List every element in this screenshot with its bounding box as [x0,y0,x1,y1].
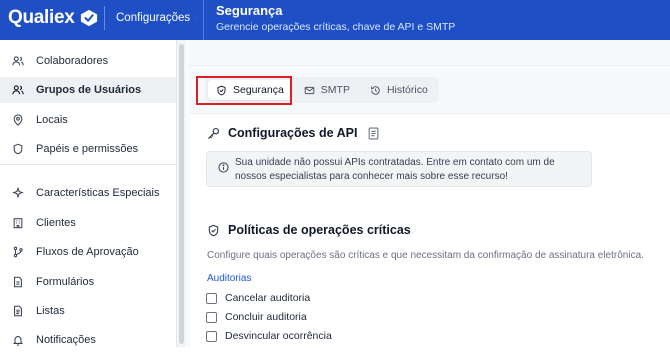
sidebar-item-label: Papéis e permissões [36,143,139,155]
sidebar-item-notificacoes[interactable]: Notificações [0,327,176,353]
checkbox[interactable] [206,311,217,323]
option-desvincular-ocorrencia[interactable]: Desvincular ocorrência [206,330,332,342]
document-icon[interactable] [367,127,380,140]
chevron-down-icon [196,17,198,19]
tab-bar: Segurança SMTP Histórico [205,77,439,103]
module-label: Configurações [116,12,191,24]
sidebar-item-grupos-de-usuarios[interactable]: Grupos de Usuários [0,77,176,103]
content-divider [187,65,670,66]
building-icon [13,218,23,229]
api-section-title-text: Configurações de API [228,126,358,140]
user-group-icon [12,85,24,95]
sidebar-item-label: Formulários [36,276,95,288]
settings-card: Configurações de API Sua unidade não pos… [190,113,670,347]
shield-icon [13,143,23,155]
shield-check-icon [217,85,226,95]
option-label: Desvincular ocorrência [225,330,332,342]
sidebar-item-caracteristicas-especiais[interactable]: Características Especiais [0,180,176,206]
page-title: Segurança [216,3,283,18]
critical-section-title-text: Políticas de operações críticas [228,223,411,237]
sidebar-item-clientes[interactable]: Clientes [0,210,176,236]
sidebar-item-locais[interactable]: Locais [0,107,176,133]
list-icon [14,305,22,317]
tab-label: SMTP [320,84,350,96]
sidebar-item-label: Notificações [36,334,96,346]
sidebar-item-label: Clientes [36,217,76,229]
api-section-title: Configurações de API [207,126,380,140]
top-bar: Qualiex Configurações Segurança Gerencie… [0,0,670,40]
location-pin-icon [13,114,23,126]
page-subtitle: Gerencie operações críticas, chave de AP… [216,21,456,33]
brand-logo[interactable]: Qualiex [8,6,98,30]
info-icon [218,162,229,173]
sidebar: Colaboradores Grupos de Usuários Locais … [0,40,176,347]
option-cancelar-auditoria[interactable]: Cancelar auditoria [206,292,310,304]
sidebar-item-fluxos-de-aprovacao[interactable]: Fluxos de Aprovação [0,239,176,265]
users-icon [12,56,24,66]
sidebar-item-formularios[interactable]: Formulários [0,269,176,295]
sidebar-item-listas[interactable]: Listas [0,298,176,324]
sidebar-item-label: Locais [36,114,68,126]
sidebar-item-label: Colaboradores [36,55,109,67]
form-icon [14,276,22,288]
bell-icon [12,336,24,346]
tab-historico[interactable]: Histórico [362,80,436,100]
sidebar-item-papeis-e-permissoes[interactable]: Papéis e permissões [0,136,176,162]
brand-name: Qualiex [8,7,75,28]
sidebar-item-label: Grupos de Usuários [36,84,142,96]
shield-check-icon [208,224,219,236]
header-divider [203,0,204,40]
tab-smtp[interactable]: SMTP [296,80,358,100]
qualiex-logo-icon [80,9,97,27]
branch-icon [13,246,23,258]
sidebar-divider [0,164,176,165]
sidebar-item-label: Fluxos de Aprovação [36,246,139,258]
audits-group-label: Auditorias [207,273,252,284]
option-label: Cancelar auditoria [225,292,311,304]
option-concluir-auditoria[interactable]: Concluir auditoria [206,311,307,323]
tab-label: Segurança [233,84,284,96]
critical-section-description: Configure quais operações são críticas e… [207,250,644,261]
tab-label: Histórico [386,84,428,96]
sidebar-item-label: Listas [36,305,65,317]
tab-seguranca[interactable]: Segurança [208,80,292,100]
module-selector[interactable]: Configurações [104,6,198,30]
sidebar-scrollbar-thumb[interactable] [179,44,184,344]
api-info-text: Sua unidade não possui APIs contratadas.… [235,157,555,182]
sidebar-scrollbar[interactable] [176,40,186,347]
checkbox[interactable] [206,330,217,342]
critical-section-title: Políticas de operações críticas [207,223,411,237]
api-info-alert: Sua unidade não possui APIs contratadas.… [206,151,592,187]
option-label: Concluir auditoria [225,311,307,323]
main-content: Segurança SMTP Histórico Configurações d… [187,40,670,347]
key-icon [207,127,220,139]
sparkles-icon [12,187,24,199]
sidebar-item-colaboradores[interactable]: Colaboradores [0,48,176,74]
mail-icon [304,86,315,94]
sidebar-item-label: Características Especiais [36,187,160,199]
checkbox[interactable] [206,292,217,304]
history-icon [371,85,380,95]
